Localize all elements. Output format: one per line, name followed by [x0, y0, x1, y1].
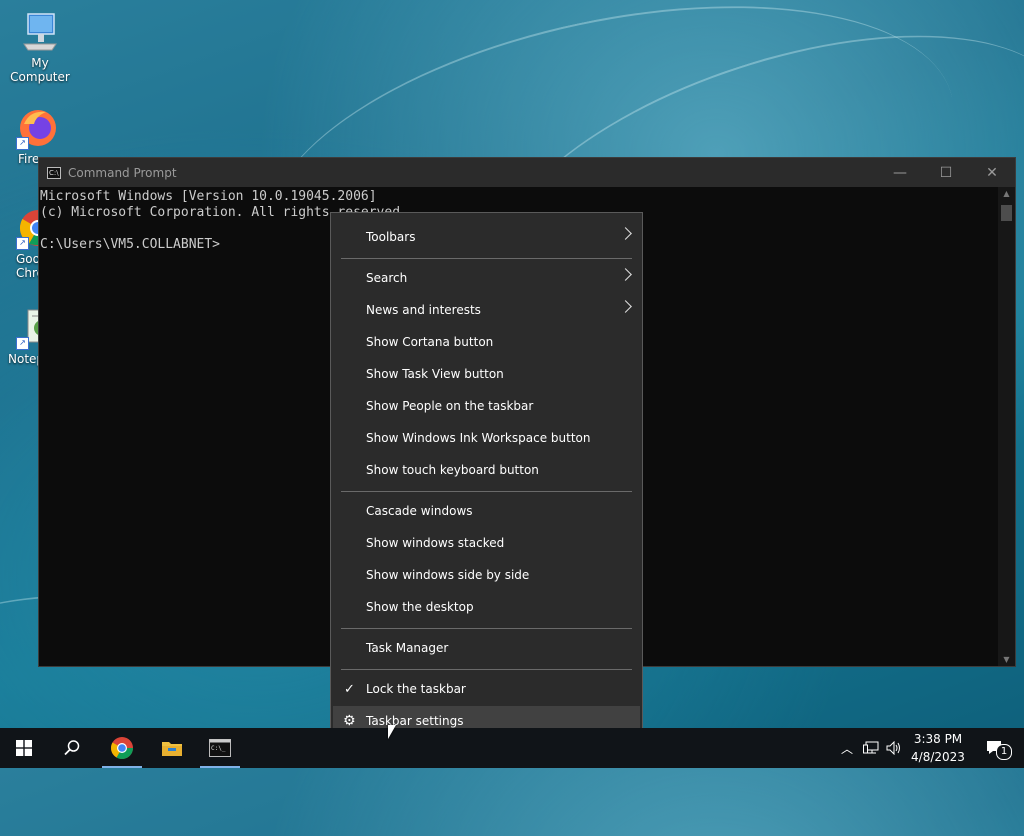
chevron-right-icon	[619, 227, 632, 240]
menu-item-windows-side-by-side[interactable]: Show windows side by side	[333, 560, 640, 590]
menu-item-show-task-view[interactable]: Show Task View button	[333, 359, 640, 389]
window-titlebar[interactable]: C:\ Command Prompt — ☐ ✕	[39, 158, 1015, 187]
menu-item-show-cortana[interactable]: Show Cortana button	[333, 327, 640, 357]
taskbar-command-prompt[interactable]: C:\_	[196, 728, 244, 768]
windows-logo-icon	[16, 740, 32, 756]
folder-icon	[162, 742, 182, 756]
desktop-icon-my-computer[interactable]: My Computer	[0, 10, 80, 84]
volume-icon	[886, 741, 900, 755]
svg-text:C:\_: C:\_	[211, 745, 226, 752]
notification-count-badge: 1	[996, 744, 1012, 760]
shortcut-arrow-icon: ↗	[16, 137, 29, 150]
clock-time: 3:38 PM	[913, 732, 963, 746]
menu-item-lock-taskbar[interactable]: ✓ Lock the taskbar	[333, 674, 640, 704]
menu-item-label: Show People on the taskbar	[366, 399, 534, 413]
menu-separator	[341, 491, 632, 492]
menu-item-label: Show Task View button	[366, 367, 504, 381]
scrollbar-thumb[interactable]	[1001, 205, 1012, 221]
show-hidden-icons-button[interactable]: ︿	[838, 728, 856, 768]
maximize-button[interactable]: ☐	[923, 158, 969, 187]
shortcut-arrow-icon: ↗	[16, 237, 29, 250]
console-line: Microsoft Windows [Version 10.0.19045.20…	[40, 189, 377, 204]
console-prompt: C:\Users\VM5.COLLABNET>	[40, 237, 221, 252]
chevron-right-icon	[619, 268, 632, 281]
menu-item-task-manager[interactable]: Task Manager	[333, 633, 640, 663]
scroll-up-icon[interactable]: ▲	[998, 189, 1015, 198]
clock-date: 4/8/2023	[911, 750, 965, 764]
system-clock[interactable]: 3:38 PM 4/8/2023	[905, 730, 971, 766]
menu-item-label: Lock the taskbar	[366, 682, 466, 696]
cmd-app-icon: C:\	[47, 166, 61, 179]
vertical-scrollbar[interactable]: ▲ ▼	[998, 187, 1015, 666]
menu-item-label: Taskbar settings	[366, 714, 464, 728]
checkmark-icon: ✓	[344, 681, 355, 697]
window-title: Command Prompt	[68, 165, 177, 180]
firefox-icon: ↗	[16, 106, 60, 150]
close-button[interactable]: ✕	[969, 158, 1015, 187]
menu-item-cascade-windows[interactable]: Cascade windows	[333, 496, 640, 526]
taskbar-context-menu: Toolbars Search News and interests Show …	[330, 212, 643, 746]
menu-item-label: News and interests	[366, 303, 481, 317]
menu-item-show-people[interactable]: Show People on the taskbar	[333, 391, 640, 421]
menu-item-windows-stacked[interactable]: Show windows stacked	[333, 528, 640, 558]
menu-item-label: Show Cortana button	[366, 335, 494, 349]
menu-item-label: Show windows side by side	[366, 568, 530, 582]
menu-item-show-desktop[interactable]: Show the desktop	[333, 592, 640, 622]
start-button[interactable]	[0, 728, 48, 768]
volume-button[interactable]	[884, 728, 904, 768]
taskbar-file-explorer[interactable]	[148, 728, 196, 768]
menu-item-search[interactable]: Search	[333, 263, 640, 293]
chevron-right-icon	[619, 300, 632, 313]
network-button[interactable]	[860, 728, 882, 768]
menu-item-show-ink-workspace[interactable]: Show Windows Ink Workspace button	[333, 423, 640, 453]
search-icon	[64, 740, 80, 756]
menu-item-label: Search	[366, 271, 408, 285]
scroll-down-icon[interactable]: ▼	[998, 655, 1015, 664]
menu-item-news-and-interests[interactable]: News and interests	[333, 295, 640, 325]
command-prompt-icon: C:\_	[209, 739, 231, 757]
menu-item-show-touch-keyboard[interactable]: Show touch keyboard button	[333, 455, 640, 485]
network-icon	[863, 741, 879, 754]
taskbar-chrome[interactable]	[98, 728, 146, 768]
chevron-up-icon: ︿	[840, 741, 853, 756]
menu-separator	[341, 669, 632, 670]
chrome-icon	[111, 737, 133, 759]
desktop-icon-label: My Computer	[10, 56, 70, 84]
menu-item-label: Show Windows Ink Workspace button	[366, 431, 591, 445]
menu-separator	[341, 628, 632, 629]
menu-item-toolbars[interactable]: Toolbars	[333, 222, 640, 252]
search-button[interactable]	[48, 728, 96, 768]
shortcut-arrow-icon: ↗	[16, 337, 29, 350]
menu-item-label: Task Manager	[366, 641, 449, 655]
menu-separator	[341, 258, 632, 259]
menu-item-label: Toolbars	[366, 230, 416, 244]
gear-icon: ⚙	[343, 713, 356, 729]
menu-item-label: Show the desktop	[366, 600, 474, 614]
computer-icon	[18, 10, 62, 54]
menu-item-label: Show touch keyboard button	[366, 463, 539, 477]
taskbar[interactable]: C:\_ ︿ 3:38 PM 4/8/2023 1	[0, 728, 1024, 768]
mouse-cursor-icon	[388, 725, 396, 739]
menu-item-label: Cascade windows	[366, 504, 473, 518]
minimize-button[interactable]: —	[877, 158, 923, 187]
action-center-button[interactable]: 1	[978, 728, 1012, 768]
menu-item-label: Show windows stacked	[366, 536, 505, 550]
